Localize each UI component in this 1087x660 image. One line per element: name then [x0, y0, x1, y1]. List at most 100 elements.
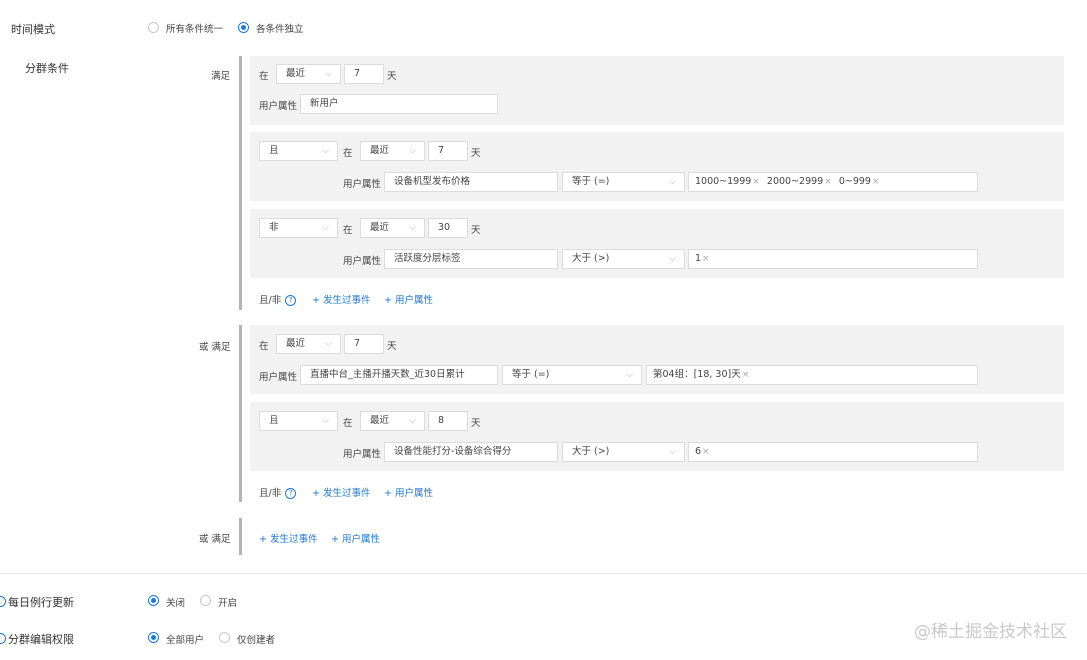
remove-tag-icon[interactable]: × — [702, 254, 710, 264]
days-input[interactable]: 7 — [344, 334, 384, 354]
operator-value: 大于 (>) — [572, 253, 610, 264]
daily-update-on-radio[interactable] — [200, 595, 211, 606]
days-unit: 天 — [471, 148, 481, 159]
watermark: @稀土掘金技术社区 — [914, 622, 1067, 642]
time-range-value: 最近 — [370, 222, 390, 233]
time-range-select[interactable]: 最近 ⌵ — [276, 64, 341, 84]
days-unit: 天 — [471, 225, 481, 236]
daily-update-indicator-icon — [0, 596, 6, 607]
user-attr-select[interactable]: 设备性能打分-设备综合得分 — [384, 442, 558, 462]
user-attr-label: 用户属性 — [259, 372, 298, 383]
help-icon[interactable]: ? — [285, 488, 297, 499]
edit-permission-indicator-icon — [0, 633, 6, 644]
time-range-select[interactable]: 最近 ⌵ — [360, 411, 425, 431]
days-input[interactable]: 30 — [428, 218, 468, 238]
value-tag-input[interactable]: 第04组：[18, 30]天× — [646, 365, 978, 385]
remove-tag-icon[interactable]: × — [872, 177, 880, 187]
user-attr-select[interactable]: 活跃度分层标签 — [384, 249, 558, 269]
user-attr-select[interactable]: 新用户 — [300, 94, 498, 114]
days-unit: 天 — [387, 71, 397, 82]
user-attr-label: 用户属性 — [343, 179, 382, 190]
time-mode-unified-radio[interactable] — [148, 22, 159, 33]
remove-tag-icon[interactable]: × — [824, 177, 832, 187]
in-label: 在 — [343, 418, 353, 429]
days-input[interactable]: 8 — [428, 411, 468, 431]
remove-tag-icon[interactable]: × — [702, 447, 710, 457]
add-event-link[interactable]: + 发生过事件 — [312, 292, 370, 306]
operator-select[interactable]: 等于 (=) ⌵ — [502, 365, 642, 385]
chevron-down-icon: ⌵ — [325, 339, 332, 349]
group3-bracket — [239, 518, 242, 555]
value-tag: 6× — [695, 446, 710, 457]
value-tag-input[interactable]: 1× — [688, 249, 978, 269]
daily-update-label: 每日例行更新 — [8, 596, 74, 609]
section-divider — [0, 573, 1087, 574]
segment-conditions-label: 分群条件 — [25, 62, 69, 75]
chevron-down-icon: ⌵ — [626, 370, 633, 380]
permission-creator-only-label[interactable]: 仅创建者 — [237, 632, 275, 646]
chevron-down-icon: ⌵ — [409, 416, 416, 426]
logic-select[interactable]: 非 ⌵ — [259, 218, 338, 238]
edit-permission-label: 分群编辑权限 — [8, 633, 74, 646]
daily-update-on-label[interactable]: 开启 — [218, 595, 237, 609]
value-tag-input[interactable]: 1000~1999× 2000~2999× 0~999× — [688, 172, 978, 192]
operator-select[interactable]: 大于 (>) ⌵ — [562, 442, 685, 462]
logic-select[interactable]: 且 ⌵ — [259, 411, 338, 431]
value-tag-input[interactable]: 6× — [688, 442, 978, 462]
logic-select[interactable]: 且 ⌵ — [259, 141, 338, 161]
value-tag: 1000~1999× — [695, 176, 760, 187]
time-mode-independent-label[interactable]: 各条件独立 — [256, 21, 304, 35]
user-attr-label: 用户属性 — [259, 101, 298, 112]
group2-bracket — [239, 325, 242, 502]
user-attr-label: 用户属性 — [343, 256, 382, 267]
in-label: 在 — [343, 225, 353, 236]
add-event-link[interactable]: + 发生过事件 — [312, 485, 370, 499]
days-input[interactable]: 7 — [428, 141, 468, 161]
remove-tag-icon[interactable]: × — [752, 177, 760, 187]
and-not-label: 且/非? — [259, 485, 297, 499]
chevron-down-icon: ⌵ — [669, 254, 676, 264]
daily-update-off-radio[interactable] — [148, 595, 159, 606]
time-range-select[interactable]: 最近 ⌵ — [360, 218, 425, 238]
group1-satisfy-label: 满足 — [211, 71, 231, 82]
add-user-attr-link[interactable]: + 用户属性 — [331, 531, 380, 545]
remove-tag-icon[interactable]: × — [742, 370, 750, 380]
user-attr-select[interactable]: 直播中台_主播开播天数_近30日累计 — [300, 365, 498, 385]
time-range-value: 最近 — [286, 338, 306, 349]
chevron-down-icon: ⌵ — [322, 416, 329, 426]
operator-select[interactable]: 大于 (>) ⌵ — [562, 249, 685, 269]
permission-all-users-label[interactable]: 全部用户 — [166, 632, 204, 646]
chevron-down-icon: ⌵ — [322, 146, 329, 156]
add-user-attr-link[interactable]: + 用户属性 — [384, 292, 433, 306]
group3-or-satisfy-label: 或 满足 — [199, 534, 231, 545]
add-user-attr-link[interactable]: + 用户属性 — [384, 485, 433, 499]
logic-value: 且 — [269, 415, 279, 426]
time-mode-unified-label[interactable]: 所有条件统一 — [166, 21, 223, 35]
value-tag: 第04组：[18, 30]天× — [653, 369, 750, 380]
operator-value: 等于 (=) — [572, 176, 610, 187]
help-icon[interactable]: ? — [285, 295, 297, 306]
time-range-value: 最近 — [286, 68, 306, 79]
value-tag: 2000~2999× — [766, 176, 832, 187]
days-input[interactable]: 7 — [344, 64, 384, 84]
chevron-down-icon: ⌵ — [409, 223, 416, 233]
time-mode-label: 时间模式 — [11, 23, 55, 36]
daily-update-off-label[interactable]: 关闭 — [166, 595, 185, 609]
time-mode-independent-radio[interactable] — [238, 22, 249, 33]
user-attr-select[interactable]: 设备机型发布价格 — [384, 172, 558, 192]
user-attr-label: 用户属性 — [343, 449, 382, 460]
value-tag: 0~999× — [838, 176, 880, 187]
time-range-select[interactable]: 最近 ⌵ — [360, 141, 425, 161]
add-event-link[interactable]: + 发生过事件 — [259, 531, 317, 545]
group1-bracket — [239, 56, 242, 310]
operator-select[interactable]: 等于 (=) ⌵ — [562, 172, 685, 192]
permission-all-users-radio[interactable] — [148, 632, 159, 643]
in-label: 在 — [343, 148, 353, 159]
logic-value: 非 — [269, 222, 279, 233]
time-range-select[interactable]: 最近 ⌵ — [276, 334, 341, 354]
chevron-down-icon: ⌵ — [409, 146, 416, 156]
permission-creator-only-radio[interactable] — [219, 632, 230, 643]
chevron-down-icon: ⌵ — [669, 447, 676, 457]
in-label: 在 — [259, 341, 269, 352]
group2-or-satisfy-label: 或 满足 — [199, 342, 231, 353]
